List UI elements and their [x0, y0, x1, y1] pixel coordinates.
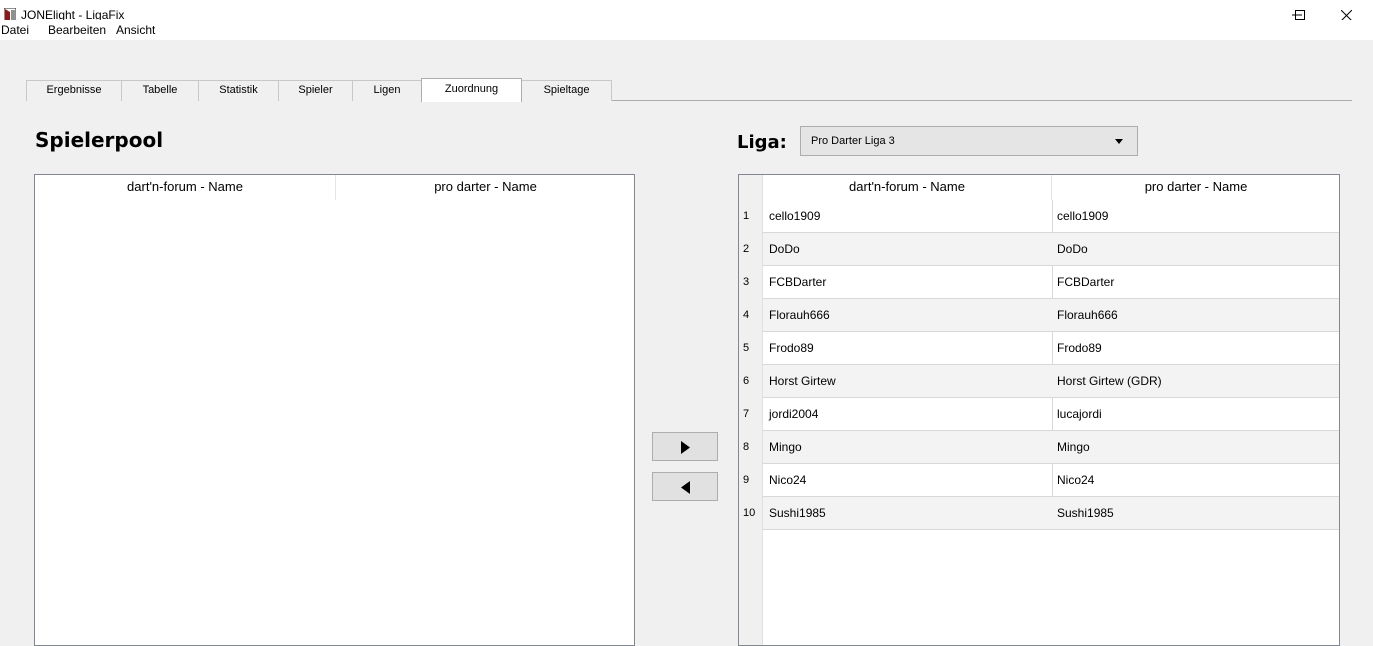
cell-forum-name[interactable]: Florauh666	[769, 299, 830, 331]
move-right-button[interactable]	[652, 432, 718, 461]
liga-header-pro-name[interactable]: pro darter - Name	[1052, 175, 1339, 200]
move-left-button[interactable]	[652, 472, 718, 501]
row-number[interactable]: 3	[739, 266, 763, 299]
row-number[interactable]: 1	[739, 200, 763, 233]
cell-forum-name[interactable]: jordi2004	[769, 398, 818, 430]
cell-pro-name[interactable]: Florauh666	[1057, 299, 1118, 331]
liga-label: Liga:	[737, 132, 787, 153]
table-row[interactable]: DoDo DoDo	[763, 233, 1339, 266]
liga-select-value: Pro Darter Liga 3	[811, 135, 895, 147]
table-row[interactable]: Nico24 Nico24	[763, 464, 1339, 497]
liga-grid[interactable]: dart'n-forum - Name pro darter - Name 1c…	[738, 174, 1340, 646]
menu-ansicht[interactable]: Ansicht	[116, 23, 155, 37]
cell-forum-name[interactable]: Frodo89	[769, 332, 814, 364]
cell-forum-name[interactable]: Horst Girtew	[769, 365, 836, 397]
table-row[interactable]: Mingo Mingo	[763, 431, 1339, 464]
cell-pro-name[interactable]: FCBDarter	[1057, 266, 1114, 298]
cell-pro-name[interactable]: Sushi1985	[1057, 497, 1114, 529]
triangle-left-icon	[681, 481, 690, 494]
liga-header-forum-name[interactable]: dart'n-forum - Name	[763, 175, 1051, 200]
cell-pro-name[interactable]: Mingo	[1057, 431, 1090, 463]
pool-header-forum-name[interactable]: dart'n-forum - Name	[35, 175, 335, 200]
menu-bearbeiten[interactable]: Bearbeiten	[48, 23, 106, 37]
row-number[interactable]: 4	[739, 299, 763, 332]
table-row[interactable]: Frodo89 Frodo89	[763, 332, 1339, 365]
cell-pro-name[interactable]: Nico24	[1057, 464, 1094, 496]
spielerpool-title: Spielerpool	[35, 128, 164, 152]
row-number[interactable]: 10	[739, 497, 763, 530]
tab-tabelle[interactable]: Tabelle	[121, 80, 199, 101]
cell-forum-name[interactable]: Nico24	[769, 464, 806, 496]
row-number[interactable]: 9	[739, 464, 763, 497]
row-number[interactable]: 8	[739, 431, 763, 464]
cell-forum-name[interactable]: cello1909	[769, 200, 820, 232]
table-row[interactable]: Horst Girtew Horst Girtew (GDR)	[763, 365, 1339, 398]
cell-forum-name[interactable]: FCBDarter	[769, 266, 826, 298]
tab-spieltage[interactable]: Spieltage	[521, 80, 612, 101]
row-number[interactable]: 7	[739, 398, 763, 431]
row-number[interactable]: 5	[739, 332, 763, 365]
cell-pro-name[interactable]: DoDo	[1057, 233, 1088, 265]
cell-forum-name[interactable]: Mingo	[769, 431, 802, 463]
cell-pro-name[interactable]: cello1909	[1057, 200, 1108, 232]
tab-zuordnung[interactable]: Zuordnung	[421, 78, 522, 102]
row-number[interactable]: 6	[739, 365, 763, 398]
menu-bar: Datei Bearbeiten Ansicht	[0, 20, 1373, 40]
table-row[interactable]: cello1909 cello1909	[763, 200, 1339, 233]
tab-statistik[interactable]: Statistik	[198, 80, 279, 101]
menu-datei[interactable]: Datei	[1, 23, 29, 37]
table-row[interactable]: Florauh666 Florauh666	[763, 299, 1339, 332]
spielerpool-grid[interactable]: dart'n-forum - Name pro darter - Name	[34, 174, 635, 646]
pool-header-pro-name[interactable]: pro darter - Name	[336, 175, 634, 200]
row-number[interactable]: 2	[739, 233, 763, 266]
cell-pro-name[interactable]: Frodo89	[1057, 332, 1102, 364]
tab-ligen[interactable]: Ligen	[352, 80, 422, 101]
cell-pro-name[interactable]: lucajordi	[1057, 398, 1102, 430]
table-row[interactable]: Sushi1985 Sushi1985	[763, 497, 1339, 530]
liga-select[interactable]: Pro Darter Liga 3	[800, 126, 1138, 156]
cell-pro-name[interactable]: Horst Girtew (GDR)	[1057, 365, 1162, 397]
tab-spieler[interactable]: Spieler	[278, 80, 353, 101]
chevron-down-icon	[1115, 139, 1123, 144]
table-row[interactable]: FCBDarter FCBDarter	[763, 266, 1339, 299]
tab-ergebnisse[interactable]: Ergebnisse	[26, 80, 122, 101]
cell-forum-name[interactable]: DoDo	[769, 233, 800, 265]
triangle-right-icon	[681, 441, 690, 454]
maximize-icon	[1295, 10, 1305, 20]
table-row[interactable]: jordi2004 lucajordi	[763, 398, 1339, 431]
cell-forum-name[interactable]: Sushi1985	[769, 497, 826, 529]
